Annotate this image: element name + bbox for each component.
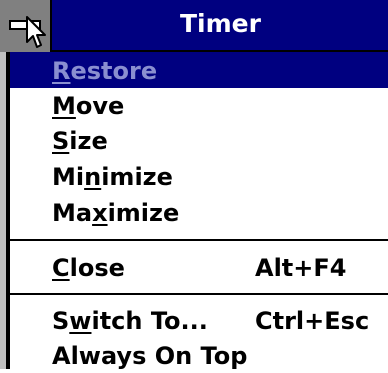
menu-item-always-on-top-label: Always On Top: [52, 342, 248, 370]
window-frame-left: [0, 52, 8, 369]
mouse-pointer-icon: [26, 16, 46, 48]
menu-item-minimize[interactable]: Minimize: [10, 158, 388, 194]
menu-item-move-label: Move: [52, 92, 125, 120]
menu-item-switch-to-shortcut: Ctrl+Esc: [255, 307, 370, 335]
menu-item-move[interactable]: Move: [10, 87, 388, 123]
menu-item-maximize-label: Maximize: [52, 199, 180, 227]
menu-item-close[interactable]: Close Alt+F4: [10, 249, 388, 285]
menu-item-close-shortcut: Alt+F4: [255, 254, 347, 282]
menu-item-always-on-top[interactable]: Always On Top: [10, 337, 388, 373]
window-title: Timer: [180, 9, 261, 38]
menu-item-maximize[interactable]: Maximize: [10, 194, 388, 230]
menu-item-size[interactable]: Size: [10, 122, 388, 158]
menu-item-minimize-label: Minimize: [52, 163, 173, 191]
menu-item-switch-to[interactable]: Switch To... Ctrl+Esc: [10, 302, 388, 338]
system-menu: Restore Move Size Minimize Maximize Clos…: [8, 52, 388, 370]
menu-item-size-label: Size: [52, 127, 108, 155]
menu-item-restore[interactable]: Restore: [10, 52, 388, 88]
menu-item-restore-label: Restore: [52, 57, 158, 85]
menu-separator: [10, 239, 388, 241]
menu-separator: [10, 293, 388, 295]
menu-item-close-label: Close: [52, 254, 125, 282]
menu-item-switch-to-label: Switch To...: [52, 307, 208, 335]
title-bar[interactable]: Timer: [0, 0, 388, 52]
